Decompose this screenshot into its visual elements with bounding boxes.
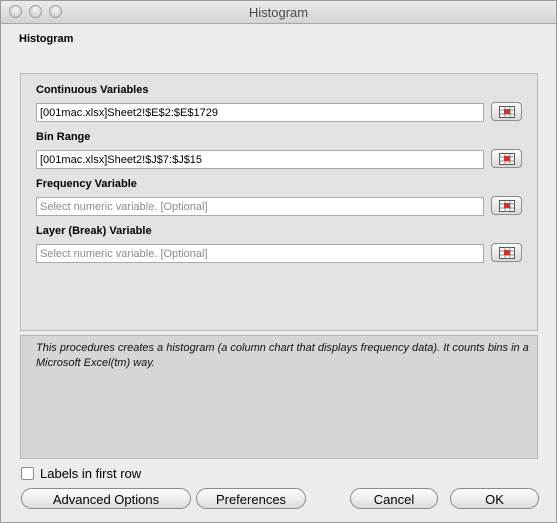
cancel-button[interactable]: Cancel — [350, 488, 438, 509]
bin-range-label: Bin Range — [36, 131, 91, 143]
ok-button[interactable]: OK — [450, 488, 539, 509]
labels-first-row-label[interactable]: Labels in first row — [40, 466, 141, 481]
frequency-variable-field[interactable] — [36, 197, 484, 216]
preferences-button[interactable]: Preferences — [196, 488, 306, 509]
labels-first-row-checkbox[interactable] — [21, 467, 34, 480]
layer-break-variable-field[interactable] — [36, 244, 484, 263]
continuous-variables-label: Continuous Variables — [36, 84, 149, 96]
layer-break-variable-label: Layer (Break) Variable — [36, 225, 152, 237]
range-selector-icon — [499, 106, 515, 118]
title-bar: Histogram — [1, 1, 556, 24]
range-selector-icon — [499, 153, 515, 165]
bin-range-range-button[interactable] — [491, 149, 522, 168]
range-selector-icon — [499, 247, 515, 259]
window-title: Histogram — [248, 5, 309, 20]
range-selector-icon — [499, 200, 515, 212]
frequency-variable-label: Frequency Variable — [36, 178, 137, 190]
frequency-variable-range-button[interactable] — [491, 196, 522, 215]
continuous-variables-range-button[interactable] — [491, 102, 522, 121]
layer-break-variable-range-button[interactable] — [491, 243, 522, 262]
description-text: This procedures creates a histogram (a c… — [36, 342, 529, 369]
section-title: Histogram — [19, 33, 74, 45]
bin-range-field[interactable] — [36, 150, 484, 169]
continuous-variables-field[interactable] — [36, 103, 484, 122]
advanced-options-button[interactable]: Advanced Options — [21, 488, 191, 509]
histogram-dialog: Histogram Histogram Continuous Variables… — [0, 0, 557, 523]
